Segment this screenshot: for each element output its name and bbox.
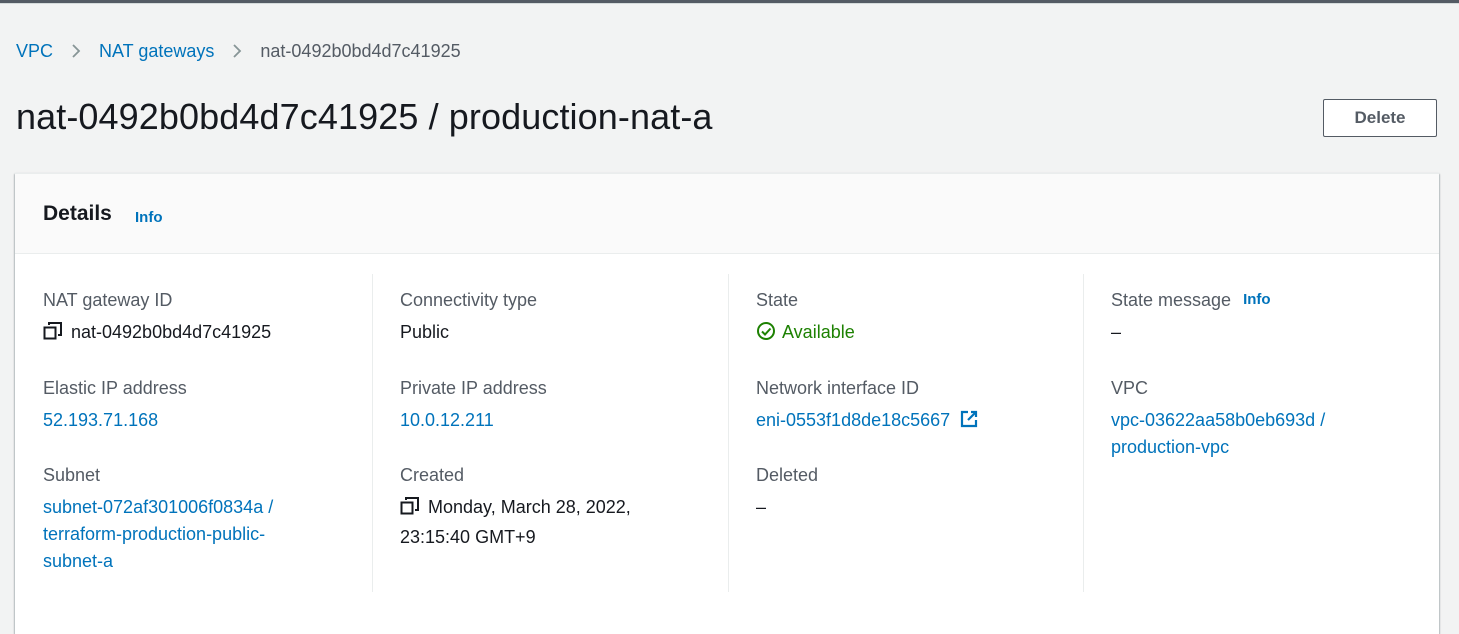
state-message-value: – (1111, 322, 1122, 342)
external-link-icon (959, 409, 979, 437)
field-deleted: Deleted – (756, 463, 1084, 521)
field-label: Private IP address (400, 378, 547, 398)
field-network-interface: Network interface ID eni-0553f1d8de18c56… (756, 376, 1084, 437)
field-vpc: VPC vpc-03622aa58b0eb693d / production-v… (1111, 376, 1371, 461)
network-interface-value: eni-0553f1d8de18c5667 (756, 410, 951, 430)
chevron-right-icon (228, 42, 246, 60)
status-badge: Available (756, 319, 1084, 349)
delete-button[interactable]: Delete (1323, 99, 1437, 137)
details-info-link[interactable]: Info (135, 209, 163, 226)
field-label: Connectivity type (400, 290, 538, 310)
field-subnet: Subnet subnet-072af301006f0834a / terraf… (43, 463, 313, 575)
field-value: Monday, March 28, 2022, 23:15:40 GMT+9 (400, 494, 665, 551)
field-label: Subnet (43, 465, 101, 485)
field-label: Deleted (756, 465, 819, 485)
field-label: Created (400, 465, 465, 485)
breadcrumb-nat-gateways[interactable]: NAT gateways (99, 41, 214, 62)
created-value: Monday, March 28, 2022, 23:15:40 GMT+9 (400, 497, 631, 547)
connectivity-type-value: Public (400, 322, 450, 342)
details-title: Details (43, 202, 112, 225)
column-divider (728, 274, 729, 592)
field-label: Elastic IP address (43, 378, 187, 398)
state-message-label: State message (1111, 290, 1232, 310)
breadcrumb-vpc[interactable]: VPC (16, 41, 53, 62)
private-ip-link[interactable]: 10.0.12.211 (400, 407, 728, 434)
field-label: State (756, 290, 799, 310)
state-value: Available (782, 322, 855, 342)
subnet-link[interactable]: subnet-072af301006f0834a / terraform-pro… (43, 494, 313, 575)
breadcrumb-current: nat-0492b0bd4d7c41925 (260, 40, 461, 61)
details-column-4: State message Info – VPC vpc-03622aa58b0… (1111, 274, 1431, 592)
details-column-1: NAT gateway ID nat-0492b0bd4d7c41925 Ela… (43, 274, 371, 592)
field-private-ip: Private IP address 10.0.12.211 (400, 376, 728, 434)
copy-icon[interactable] (43, 321, 63, 349)
field-label: State message Info (1111, 288, 1431, 312)
chevron-right-icon (67, 42, 85, 60)
field-label: NAT gateway ID (43, 290, 173, 310)
field-nat-gateway-id: NAT gateway ID nat-0492b0bd4d7c41925 (43, 288, 371, 349)
column-divider (372, 274, 373, 592)
field-state-message: State message Info – (1111, 288, 1431, 346)
details-column-3: State Available Network interface ID eni… (756, 274, 1084, 592)
details-header: Details Info (15, 174, 1439, 254)
field-value: nat-0492b0bd4d7c41925 (43, 319, 371, 349)
field-created: Created Monday, March 28, 2022, 23:15:40… (400, 463, 665, 551)
breadcrumb: VPC NAT gateways nat-0492b0bd4d7c41925 (16, 38, 461, 64)
field-label: VPC (1111, 378, 1149, 398)
nat-gateway-id-value: nat-0492b0bd4d7c41925 (71, 322, 272, 342)
page-title: nat-0492b0bd4d7c41925 / production-nat-a (16, 96, 713, 137)
state-message-info-link[interactable]: Info (1243, 288, 1271, 312)
vpc-link[interactable]: vpc-03622aa58b0eb693d / production-vpc (1111, 407, 1371, 461)
field-label: Network interface ID (756, 378, 920, 398)
network-interface-link[interactable]: eni-0553f1d8de18c5667 (756, 407, 1084, 437)
check-circle-icon (756, 321, 776, 349)
top-border-shadow (0, 3, 1459, 4)
field-elastic-ip: Elastic IP address 52.193.71.168 (43, 376, 371, 434)
details-panel: Details Info NAT gateway ID nat-0492b0bd… (15, 173, 1439, 634)
field-connectivity-type: Connectivity type Public (400, 288, 728, 346)
deleted-value: – (756, 497, 767, 517)
details-column-2: Connectivity type Public Private IP addr… (400, 274, 728, 592)
column-divider (1083, 274, 1084, 592)
field-state: State Available (756, 288, 1084, 349)
elastic-ip-link[interactable]: 52.193.71.168 (43, 407, 371, 434)
copy-icon[interactable] (400, 496, 420, 524)
